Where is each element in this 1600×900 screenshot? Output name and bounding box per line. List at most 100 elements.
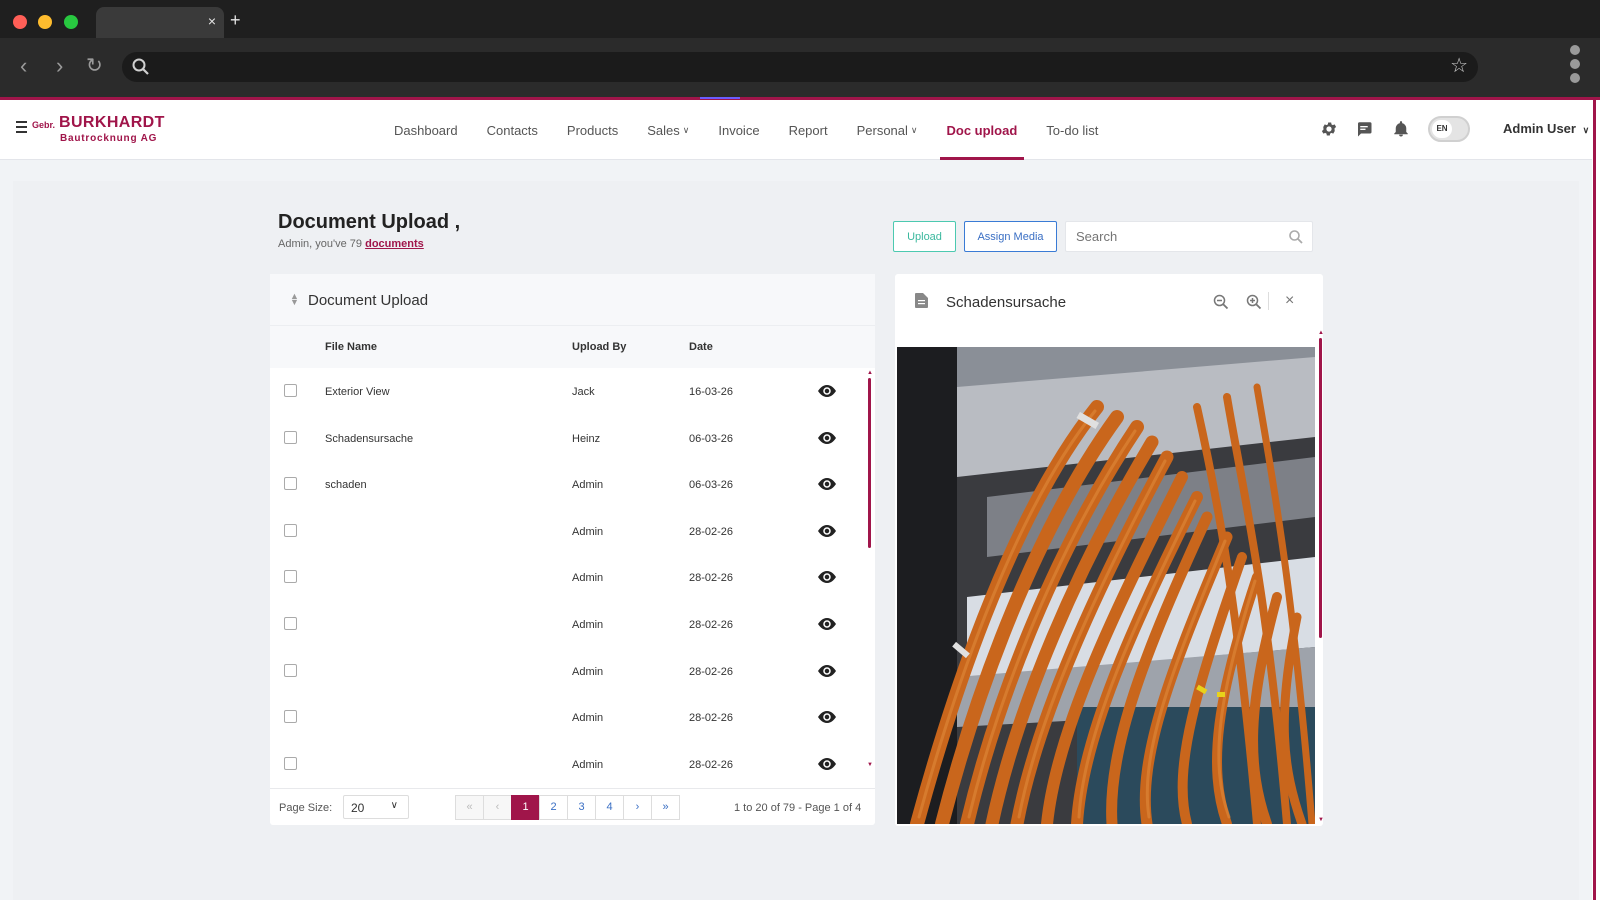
table-row[interactable]: Admin 28-02-26 — [270, 741, 875, 788]
bell-icon[interactable] — [1392, 120, 1410, 138]
close-icon[interactable]: × — [1285, 293, 1294, 309]
search-input[interactable] — [1066, 222, 1266, 251]
table-header: File Name Upload By Date — [270, 326, 875, 368]
logo-name[interactable]: BURKHARDT — [59, 114, 165, 132]
row-checkbox[interactable] — [284, 756, 297, 770]
address-bar[interactable]: ☆ — [122, 52, 1478, 82]
logo-prefix: Gebr. — [32, 120, 56, 130]
table-row[interactable]: Schadensursache Heinz 06-03-26 — [270, 415, 875, 462]
page-title: Document Upload , — [278, 211, 461, 233]
table-row[interactable]: Admin 28-02-26 — [270, 694, 875, 741]
eye-icon[interactable] — [818, 757, 836, 771]
tab-close-icon[interactable]: × — [208, 13, 216, 29]
table-row[interactable]: Admin 28-02-26 — [270, 648, 875, 695]
eye-icon[interactable] — [818, 431, 836, 445]
nav-item-personal[interactable]: Personal ∨ — [850, 100, 925, 160]
row-checkbox[interactable] — [284, 710, 297, 724]
documents-link[interactable]: documents — [365, 238, 424, 250]
scroll-down-arrow-icon[interactable]: ▼ — [867, 762, 873, 768]
page-button-4[interactable]: 4 — [595, 795, 624, 820]
cell-upload-by: Admin — [572, 712, 604, 725]
page-button-1[interactable]: 1 — [511, 795, 540, 820]
scroll-thumb[interactable] — [1319, 338, 1322, 638]
eye-icon[interactable] — [818, 664, 836, 678]
forward-icon[interactable]: › — [56, 55, 63, 77]
eye-icon[interactable] — [818, 384, 836, 398]
upload-button[interactable]: Upload — [893, 221, 956, 252]
scroll-up-arrow-icon[interactable]: ▲ — [867, 370, 873, 376]
first-page-button[interactable]: « — [455, 795, 484, 820]
scroll-thumb[interactable] — [868, 378, 871, 548]
page-size-label: Page Size: — [279, 802, 333, 814]
table-row[interactable]: Exterior View Jack 16-03-26 — [270, 368, 875, 415]
search-icon[interactable] — [1288, 229, 1304, 245]
bookmark-star-icon[interactable]: ☆ — [1450, 55, 1468, 77]
nav-item-contacts[interactable]: Contacts — [480, 100, 545, 160]
row-checkbox[interactable] — [284, 523, 297, 537]
browser-tab[interactable]: × — [96, 7, 224, 38]
column-header-upload-by[interactable]: Upload By — [572, 341, 626, 353]
page-button-3[interactable]: 3 — [567, 795, 596, 820]
row-checkbox[interactable] — [284, 477, 297, 491]
hamburger-menu-icon[interactable] — [16, 121, 27, 136]
eye-icon[interactable] — [818, 710, 836, 724]
next-page-button[interactable]: › — [623, 795, 652, 820]
user-menu[interactable]: Admin User ∨ — [1503, 121, 1589, 136]
cell-upload-by: Admin — [572, 665, 604, 678]
nav-item-sales[interactable]: Sales ∨ — [640, 100, 696, 160]
chevron-down-icon: ∨ — [682, 124, 690, 135]
table-row[interactable]: schaden Admin 06-03-26 — [270, 461, 875, 508]
scroll-up-arrow-icon[interactable]: ▲ — [1318, 330, 1324, 336]
nav-item-report[interactable]: Report — [782, 100, 835, 160]
sort-icon[interactable]: ▲ ▼ — [290, 292, 299, 307]
main-menu: Dashboard Contacts Products Sales ∨ Invoi… — [387, 100, 1120, 160]
back-icon[interactable]: ‹ — [20, 55, 27, 77]
nav-item-invoice[interactable]: Invoice — [711, 100, 766, 160]
new-tab-button[interactable]: + — [230, 10, 241, 30]
row-checkbox[interactable] — [284, 663, 297, 677]
row-checkbox[interactable] — [284, 384, 297, 397]
table-row[interactable]: Admin 28-02-26 — [270, 508, 875, 555]
assign-media-button[interactable]: Assign Media — [964, 221, 1057, 252]
nav-item-dashboard[interactable]: Dashboard — [387, 100, 465, 160]
reload-icon[interactable]: ↻ — [86, 55, 103, 77]
close-window-button[interactable] — [13, 15, 27, 29]
nav-item-todo-list[interactable]: To-do list — [1039, 100, 1105, 160]
language-toggle[interactable]: EN — [1428, 116, 1470, 142]
table-scrollbar[interactable]: ▲ ▼ — [867, 370, 873, 770]
page-scrollbar[interactable] — [1592, 100, 1600, 900]
nav-label: Contacts — [486, 122, 538, 138]
prev-page-button[interactable]: ‹ — [483, 795, 512, 820]
cell-file-name: schaden — [325, 479, 367, 492]
nav-item-products[interactable]: Products — [560, 100, 625, 160]
minimize-window-button[interactable] — [38, 15, 52, 29]
last-page-button[interactable]: » — [651, 795, 680, 820]
scroll-down-arrow-icon[interactable]: ▼ — [1318, 817, 1324, 823]
eye-icon[interactable] — [818, 617, 836, 631]
nav-label: Dashboard — [394, 122, 458, 138]
row-checkbox[interactable] — [284, 616, 297, 630]
cell-date: 28-02-26 — [689, 758, 734, 771]
gear-icon[interactable] — [1320, 120, 1338, 138]
column-header-date[interactable]: Date — [689, 341, 713, 353]
table-row[interactable]: Admin 28-02-26 — [270, 554, 875, 601]
browser-menu-icon[interactable] — [1570, 45, 1580, 87]
page-button-2[interactable]: 2 — [539, 795, 568, 820]
maximize-window-button[interactable] — [64, 15, 78, 29]
zoom-out-icon[interactable] — [1213, 294, 1229, 310]
cell-upload-by: Admin — [572, 525, 604, 538]
cell-file-name: Schadensursache — [325, 432, 414, 445]
row-checkbox[interactable] — [284, 430, 297, 444]
chevron-down-icon: ∨ — [1582, 125, 1590, 135]
eye-icon[interactable] — [818, 570, 836, 584]
zoom-in-icon[interactable] — [1246, 294, 1262, 310]
eye-icon[interactable] — [818, 477, 836, 491]
viewer-scrollbar[interactable]: ▲ ▼ — [1318, 330, 1324, 825]
table-row[interactable]: Admin 28-02-26 — [270, 601, 875, 648]
column-header-file-name[interactable]: File Name — [325, 341, 377, 353]
row-checkbox[interactable] — [284, 570, 297, 584]
chat-icon[interactable] — [1355, 120, 1373, 138]
eye-icon[interactable] — [818, 524, 836, 538]
page-size-select[interactable]: 20 ∨ — [343, 795, 409, 819]
nav-item-doc-upload[interactable]: Doc upload — [939, 100, 1025, 160]
